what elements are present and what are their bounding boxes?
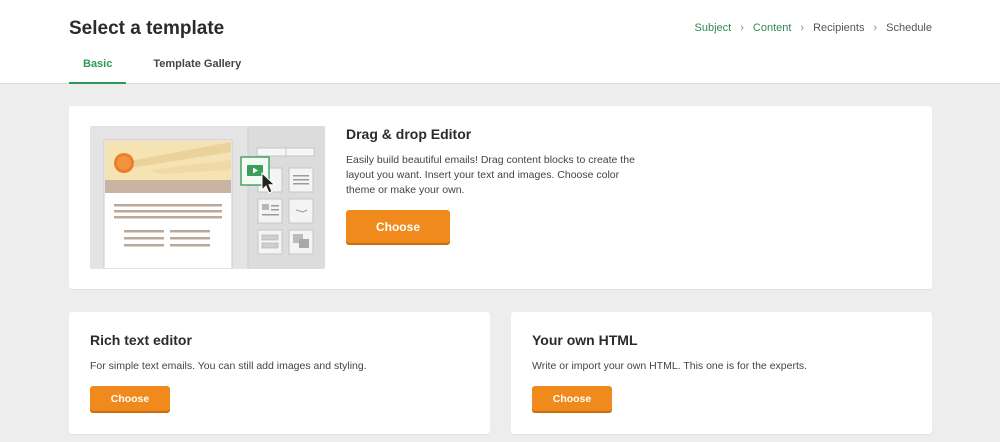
breadcrumb-subject[interactable]: Subject [695, 22, 732, 34]
breadcrumb: Subject › Content › Recipients › Schedul… [695, 22, 932, 34]
drag-drop-illustration [90, 126, 325, 269]
rich-text-choose-button[interactable]: Choose [90, 386, 170, 411]
editor-illustration-icon [90, 126, 325, 269]
chevron-right-icon: › [740, 22, 744, 34]
drag-drop-choose-button[interactable]: Choose [346, 210, 450, 243]
header: Select a template Subject › Content › Re… [0, 0, 1000, 84]
drag-drop-title: Drag & drop Editor [346, 126, 472, 142]
breadcrumb-content[interactable]: Content [753, 22, 792, 34]
drag-drop-editor-card[interactable]: Drag & drop Editor Easily build beautifu… [69, 106, 932, 289]
template-tabs: Basic Template Gallery [69, 50, 255, 84]
chevron-right-icon: › [873, 22, 878, 34]
rich-text-description: For simple text emails. You can still ad… [90, 360, 367, 372]
rich-text-title: Rich text editor [90, 332, 192, 348]
drag-drop-description: Easily build beautiful emails! Drag cont… [346, 154, 635, 196]
own-html-title: Your own HTML [532, 332, 638, 348]
own-html-choose-button[interactable]: Choose [532, 386, 612, 411]
tab-basic[interactable]: Basic [69, 50, 127, 84]
rich-text-editor-card[interactable]: Rich text editor For simple text emails.… [69, 312, 490, 434]
own-html-card[interactable]: Your own HTML Write or import your own H… [511, 312, 932, 434]
breadcrumb-recipients[interactable]: Recipients [813, 22, 864, 34]
breadcrumb-schedule[interactable]: Schedule [886, 22, 932, 34]
tab-template-gallery[interactable]: Template Gallery [139, 50, 255, 84]
chevron-right-icon: › [800, 22, 805, 34]
page-title: Select a template [69, 18, 225, 39]
own-html-description: Write or import your own HTML. This one … [532, 360, 808, 372]
